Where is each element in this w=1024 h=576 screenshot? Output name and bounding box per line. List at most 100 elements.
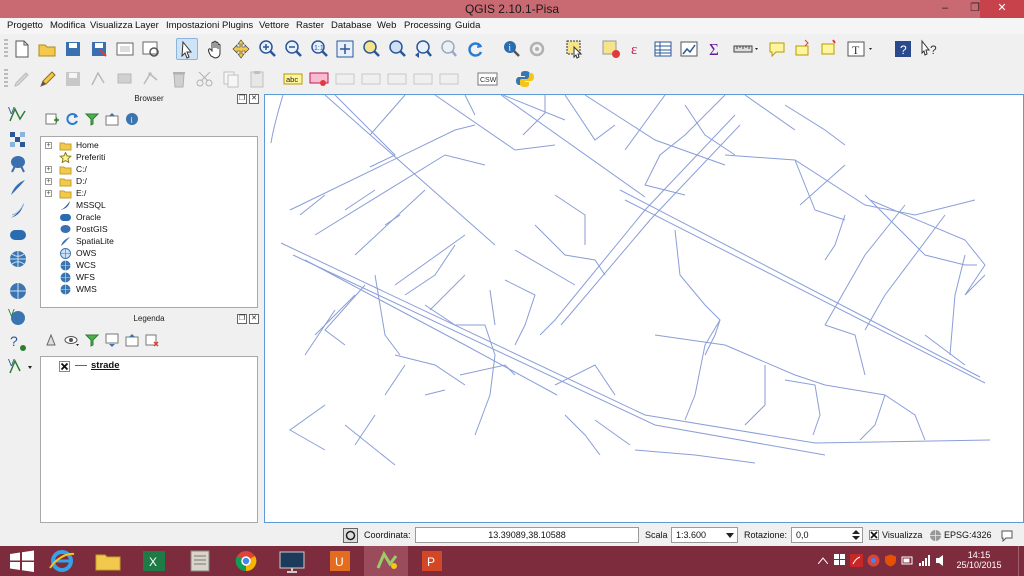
powerpoint-icon[interactable]: P <box>410 546 454 576</box>
tree-item-mssql[interactable]: MSSQL <box>43 200 243 212</box>
float-panel-button[interactable]: ❐ <box>237 314 247 324</box>
node-tool-icon[interactable] <box>140 68 162 90</box>
add-selected-layers-icon[interactable] <box>44 111 60 127</box>
delete-selected-icon[interactable] <box>168 68 190 90</box>
menu-layer[interactable]: Layer <box>135 20 159 31</box>
label-abc-icon[interactable]: abc <box>282 68 304 90</box>
deselect-icon[interactable] <box>600 38 622 60</box>
text-annotation-icon[interactable]: T <box>846 38 872 60</box>
menu-web[interactable]: Web <box>377 20 396 31</box>
onenote-icon[interactable]: U <box>318 546 362 576</box>
info-icon[interactable]: i <box>124 111 140 127</box>
current-edits-icon[interactable] <box>10 68 32 90</box>
composer-manager-icon[interactable] <box>140 38 162 60</box>
tree-item-home[interactable]: + Home <box>43 140 243 152</box>
refresh-browser-icon[interactable] <box>64 111 80 127</box>
message-log-icon[interactable] <box>1000 528 1014 542</box>
label-properties-icon[interactable] <box>412 68 434 90</box>
add-wms-layer-icon[interactable] <box>6 248 32 270</box>
close-button[interactable]: ✕ <box>980 0 1024 18</box>
tree-item-ows[interactable]: OWS <box>43 248 243 260</box>
collapse-all-icon[interactable] <box>104 111 120 127</box>
checkbox-checked-icon[interactable] <box>59 361 70 372</box>
pan-hand-icon[interactable] <box>204 38 226 60</box>
zoom-full-icon[interactable] <box>334 38 356 60</box>
csw-icon[interactable]: CSW <box>476 68 498 90</box>
close-panel-button[interactable]: ✕ <box>249 314 259 324</box>
wifi-signal-icon[interactable] <box>918 554 931 567</box>
spin-arrows-icon[interactable] <box>852 529 860 541</box>
label-icon[interactable] <box>818 38 840 60</box>
menu-guida[interactable]: Guida <box>455 20 480 31</box>
annotation-icon[interactable] <box>766 38 788 60</box>
zoom-in-icon[interactable] <box>256 38 278 60</box>
monitor-icon[interactable] <box>270 546 314 576</box>
layer-style-icon[interactable] <box>44 332 60 348</box>
file-explorer-icon[interactable] <box>86 546 130 576</box>
float-panel-button[interactable]: ❐ <box>237 94 247 104</box>
label-move-icon[interactable] <box>360 68 382 90</box>
pan-select-icon[interactable] <box>176 38 198 60</box>
expand-all-icon[interactable] <box>104 332 120 348</box>
zoom-out-icon[interactable] <box>282 38 304 60</box>
show-desktop-button[interactable] <box>1018 546 1024 576</box>
collapse-all-icon[interactable] <box>124 332 140 348</box>
copy-features-icon[interactable] <box>220 68 242 90</box>
save-project-icon[interactable] <box>62 38 84 60</box>
sum-icon[interactable]: Σ <box>704 38 726 60</box>
identify-icon[interactable]: i <box>500 38 522 60</box>
menu-visualizza[interactable]: Visualizza <box>90 20 133 31</box>
render-checkbox-icon[interactable] <box>869 530 879 540</box>
excel-icon[interactable]: X <box>132 546 176 576</box>
add-raster-layer-icon[interactable] <box>6 128 32 150</box>
toolbar-grip[interactable] <box>4 39 8 59</box>
tree-item-spatialite[interactable]: SpatiaLite <box>43 236 243 248</box>
action-icon[interactable] <box>526 38 548 60</box>
label-rotate-icon[interactable] <box>386 68 408 90</box>
zoom-next-icon[interactable] <box>438 38 460 60</box>
refresh-icon[interactable] <box>464 38 486 60</box>
add-postgis-layer-icon[interactable] <box>6 152 32 174</box>
remove-layer-icon[interactable] <box>144 332 160 348</box>
menu-vettore[interactable]: Vettore <box>259 20 289 31</box>
new-shapefile-icon[interactable]: V <box>6 356 32 378</box>
tree-item-d-drive[interactable]: + D:/ <box>43 176 243 188</box>
windows-flag-icon[interactable] <box>834 554 846 566</box>
map-canvas[interactable] <box>264 94 1024 523</box>
add-feature-icon[interactable] <box>88 68 110 90</box>
add-wcs-layer-icon[interactable] <box>6 280 32 302</box>
zoom-selection-icon[interactable] <box>360 38 382 60</box>
chrome-icon[interactable] <box>224 546 268 576</box>
chevron-up-icon[interactable] <box>818 556 828 564</box>
tree-item-wfs[interactable]: WFS <box>43 272 243 284</box>
rotation-spinbox[interactable]: 0,0 <box>791 527 863 543</box>
start-icon[interactable] <box>0 546 44 576</box>
chrome-tray-icon[interactable] <box>867 554 880 567</box>
crs-label[interactable]: EPSG:4326 <box>944 530 992 540</box>
zoom-layer-icon[interactable] <box>386 38 408 60</box>
toggle-editing-icon[interactable] <box>36 68 58 90</box>
expand-icon[interactable]: + <box>45 190 52 197</box>
move-annotation-icon[interactable] <box>792 38 814 60</box>
notepad-icon[interactable] <box>178 546 222 576</box>
add-delimited-text-icon[interactable]: ? <box>6 332 32 354</box>
filter-browser-icon[interactable] <box>84 111 100 127</box>
pan-to-selection-icon[interactable] <box>230 38 252 60</box>
legend-layer-strade[interactable]: strade <box>59 360 239 374</box>
coordinate-toggle-icon[interactable] <box>343 528 358 543</box>
add-mssql-layer-icon[interactable] <box>6 200 32 222</box>
tree-item-preferiti[interactable]: Preferiti <box>43 152 243 164</box>
menu-raster[interactable]: Raster <box>296 20 324 31</box>
coordinate-field[interactable]: 13.39089,38.10588 <box>415 527 639 543</box>
menu-progetto[interactable]: Progetto <box>7 20 43 31</box>
internet-explorer-icon[interactable] <box>40 546 84 576</box>
statistics-icon[interactable] <box>678 38 700 60</box>
menu-modifica[interactable]: Modifica <box>50 20 85 31</box>
menu-impostazioni[interactable]: Impostazioni <box>166 20 219 31</box>
open-project-icon[interactable] <box>36 38 58 60</box>
save-edits-icon[interactable] <box>62 68 84 90</box>
zoom-native-icon[interactable]: 1:1 <box>308 38 330 60</box>
shield-icon[interactable] <box>884 554 897 567</box>
acrobat-icon[interactable] <box>850 554 863 567</box>
tree-item-oracle[interactable]: Oracle <box>43 212 243 224</box>
